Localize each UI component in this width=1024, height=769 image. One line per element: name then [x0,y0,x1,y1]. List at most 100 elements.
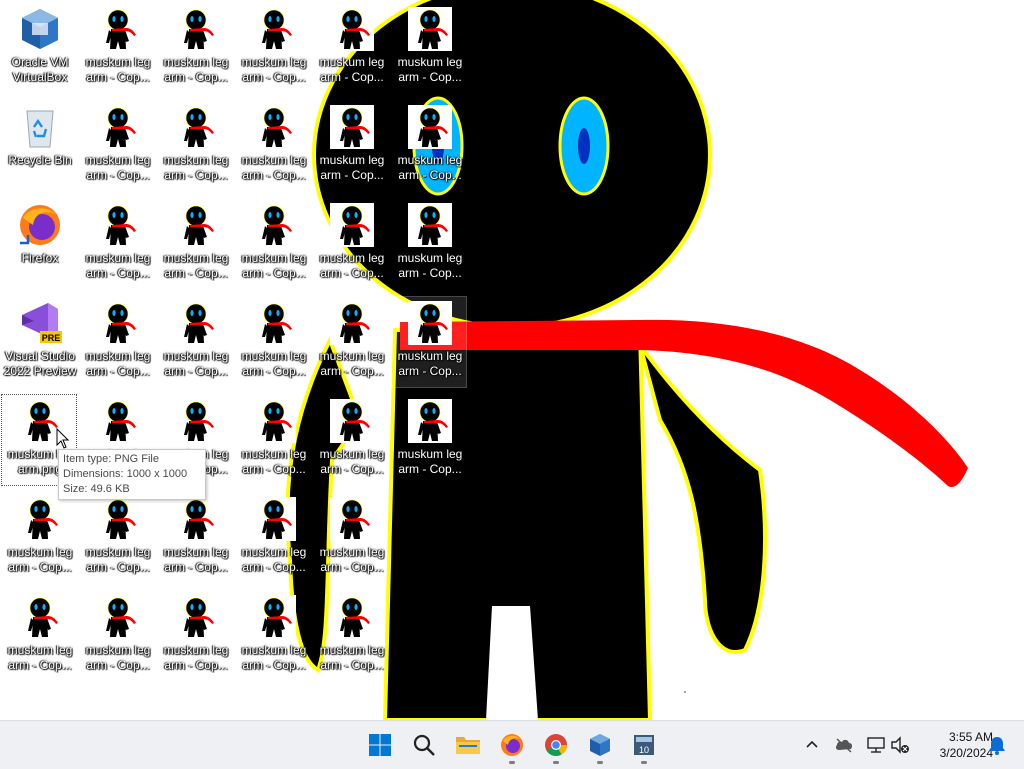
volume-tray-button[interactable] [888,733,912,757]
icon-label-line1: muskum leg [241,545,307,559]
icon-label: muskum legarm - Cop... [80,643,156,673]
file-icon-muskum-leg-arm-copy[interactable]: muskum legarm - Cop... [235,590,311,682]
file-explorer-button[interactable] [452,729,484,761]
icon-label: muskum legarm - Cop... [2,643,78,673]
file-icon-muskum-leg-arm-copy[interactable]: muskum legarm - Cop... [313,296,389,388]
file-icon-muskum-leg-arm-copy[interactable]: muskum legarm - Cop... [235,492,311,584]
icon-label-line2: arm - Cop... [164,364,228,378]
show-hidden-icons-button[interactable] [800,733,824,757]
visual-studio-shortcut[interactable]: PRE Visual Studio 2022 Preview [1,296,77,388]
icon-label-line2: arm - Cop... [86,560,150,574]
file-icon-muskum-leg-arm-copy[interactable]: muskum legarm - Cop... [157,590,233,682]
icon-label-line1: muskum leg [241,251,307,265]
file-icon-muskum-leg-arm-copy[interactable]: muskum legarm - Cop... [235,2,311,94]
image-thumbnail-icon [252,497,296,541]
icon-label: muskum legarm - Cop... [80,55,156,85]
taskbar-clock[interactable]: 3:55 AM 3/20/2024 [915,729,993,761]
file-icon-muskum-leg-arm-copy[interactable]: muskum legarm - Cop... [313,590,389,682]
icon-label: muskum legarm - Cop... [392,251,468,281]
image-thumbnail-icon [174,497,218,541]
file-icon-muskum-leg-arm-copy[interactable]: muskum legarm - Cop... [313,100,389,192]
file-icon-muskum-leg-arm-copy[interactable]: muskum legarm - Cop... [313,394,389,486]
folder-icon [456,737,480,754]
notification-center-button[interactable] [985,733,1009,757]
file-icon-muskum-leg-arm-copy[interactable]: muskum legarm - Cop... [313,492,389,584]
file-icon-muskum-leg-arm-copy[interactable]: muskum legarm - Cop... [235,296,311,388]
icon-label-line1: muskum leg [7,643,73,657]
icon-label: muskum legarm - Cop... [314,251,390,281]
icon-label-line1: muskum leg [241,349,307,363]
icon-label-line1: muskum leg [397,447,463,461]
file-icon-muskum-leg-arm-copy[interactable]: muskum legarm - Cop... [235,394,311,486]
file-icon-muskum-leg-arm-copy[interactable]: muskum legarm - Cop... [1,492,77,584]
file-icon-muskum-leg-arm-copy[interactable]: muskum legarm - Cop... [391,296,467,388]
image-thumbnail-icon [18,497,62,541]
file-icon-muskum-leg-arm-copy[interactable]: muskum legarm - Cop... [391,100,467,192]
file-icon-muskum-leg-arm-copy[interactable]: muskum legarm - Cop... [79,590,155,682]
file-icon-muskum-leg-arm-copy[interactable]: muskum legarm - Cop... [157,198,233,290]
icon-label: Firefox [2,251,78,266]
file-icon-muskum-leg-arm-copy[interactable]: muskum legarm - Cop... [313,198,389,290]
firefox-icon [20,205,60,245]
file-icon-muskum-leg-arm-copy[interactable]: muskum legarm - Cop... [79,492,155,584]
network-tray-button[interactable] [864,733,888,757]
start-button[interactable] [364,729,396,761]
recycle-bin[interactable]: Recycle Bin [1,100,77,192]
onedrive-tray-icon-button[interactable] [832,733,856,757]
file-icon-muskum-leg-arm-copy[interactable]: muskum legarm - Cop... [391,394,467,486]
icon-label-line1: Oracle VM [11,55,69,69]
chrome-taskbar-button[interactable] [540,729,572,764]
file-icon-muskum-leg-arm-copy[interactable]: muskum legarm - Cop... [157,296,233,388]
file-icon-muskum-leg-arm-copy[interactable]: muskum legarm - Cop... [313,2,389,94]
search-button[interactable] [408,729,440,761]
icon-label-line1: muskum leg [85,55,151,69]
icon-label-line2: arm - Cop... [164,658,228,672]
file-icon-muskum-leg-arm-copy[interactable]: muskum legarm - Cop... [79,296,155,388]
file-icon-muskum-leg-arm-copy[interactable]: muskum legarm - Cop... [391,2,467,94]
file-icon-muskum-leg-arm-copy[interactable]: muskum legarm - Cop... [391,198,467,290]
file-icon-muskum-leg-arm-copy[interactable]: muskum legarm - Cop... [157,492,233,584]
image-thumbnail-icon [252,203,296,247]
vm-window-taskbar-button[interactable]: 10 [628,729,660,764]
image-thumbnail-icon [174,203,218,247]
file-tooltip: Item type: PNG File Dimensions: 1000 x 1… [58,449,206,500]
file-icon-muskum-leg-arm-copy[interactable]: muskum legarm - Cop... [79,100,155,192]
icon-label: muskum legarm - Cop... [158,643,234,673]
virtualbox-shortcut[interactable]: Oracle VM VirtualBox [1,2,77,94]
icon-label-line2: arm - Cop... [242,70,306,84]
icon-label-line2: arm - Cop... [242,462,306,476]
icon-label-line1: muskum leg [85,153,151,167]
icon-label-line1: muskum leg [397,349,463,363]
icon-label-line2: arm - Cop... [320,70,384,84]
firefox-taskbar-button[interactable] [496,729,528,764]
icon-label: muskum legarm - Cop... [314,643,390,673]
icon-label-line2: arm - Cop... [398,364,462,378]
icon-label: muskum legarm - Cop... [158,251,234,281]
icon-label-line1: muskum leg [319,447,385,461]
icon-label-line2: arm - Cop... [242,266,306,280]
file-icon-muskum-leg-arm-copy[interactable]: muskum legarm - Cop... [79,198,155,290]
icon-label: muskum legarm - Cop... [236,349,312,379]
icon-label-line2: arm - Cop... [398,462,462,476]
icon-label-line1: muskum leg [163,545,229,559]
file-icon-muskum-leg-arm-copy[interactable]: muskum legarm - Cop... [157,2,233,94]
firefox-shortcut[interactable]: Firefox [1,198,77,290]
firefox-icon [501,734,523,756]
file-icon-muskum-leg-arm-copy[interactable]: muskum legarm - Cop... [157,100,233,192]
tooltip-item-type: Item type: PNG File [63,453,159,465]
image-thumbnail-icon [330,595,374,639]
icon-label-line1: muskum leg [241,55,307,69]
virtualbox-icon [590,734,610,756]
running-indicator [553,761,559,764]
image-thumbnail-icon [252,595,296,639]
file-icon-muskum-leg-arm-copy[interactable]: muskum legarm - Cop... [79,2,155,94]
icon-label-line2: arm - Cop... [86,364,150,378]
file-icon-muskum-leg-arm-copy[interactable]: muskum legarm - Cop... [235,198,311,290]
virtualbox-taskbar-button[interactable] [584,729,616,764]
svg-text:10: 10 [639,745,649,755]
running-indicator [597,761,603,764]
icon-label: muskum legarm - Cop... [158,55,234,85]
file-icon-muskum-leg-arm-copy[interactable]: muskum legarm - Cop... [1,590,77,682]
file-icon-muskum-leg-arm-copy[interactable]: muskum legarm - Cop... [235,100,311,192]
icon-label: muskum legarm - Cop... [392,153,468,183]
